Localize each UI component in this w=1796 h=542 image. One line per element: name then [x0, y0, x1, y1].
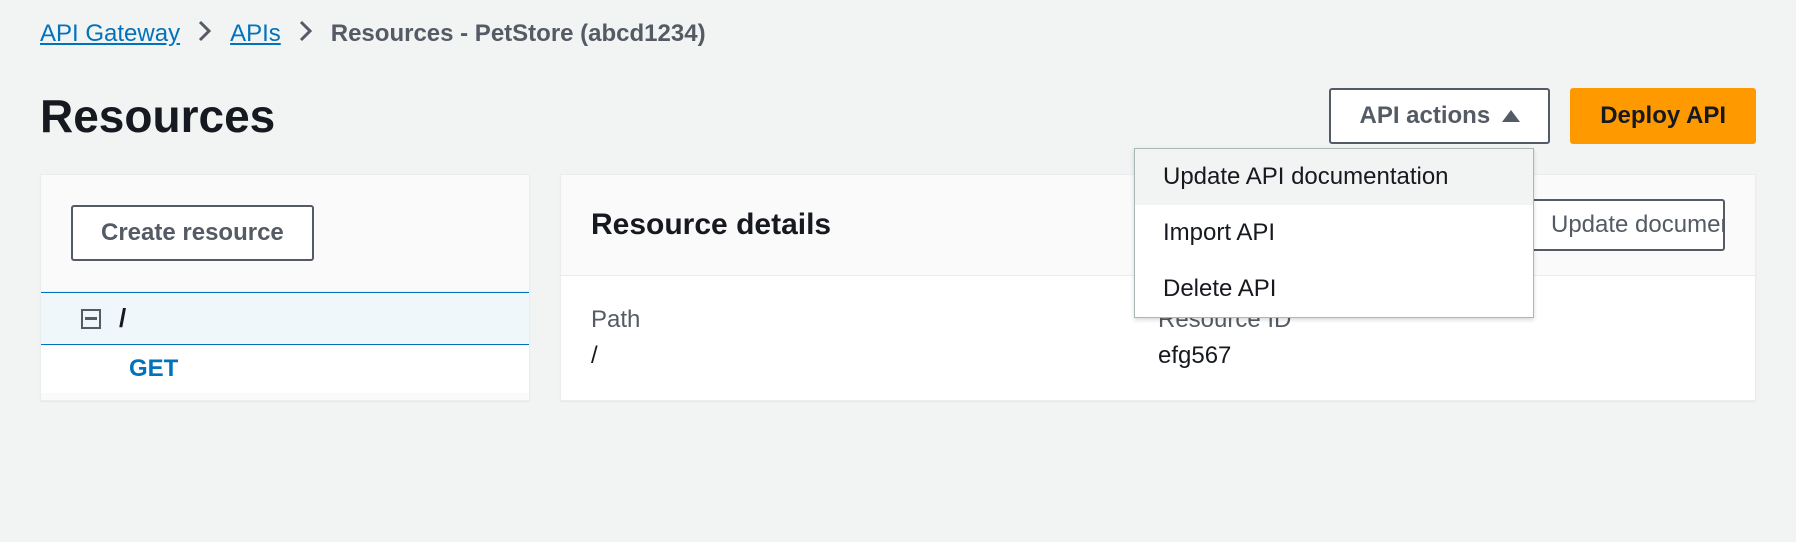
tree-root-path: / — [119, 303, 126, 334]
resource-id-value: efg567 — [1158, 342, 1725, 370]
path-value: / — [591, 342, 1158, 370]
chevron-right-icon — [198, 20, 212, 48]
header-actions: API actions Deploy API Update API docume… — [1329, 88, 1756, 144]
menu-update-api-documentation[interactable]: Update API documentation — [1135, 149, 1533, 205]
api-actions-button[interactable]: API actions — [1329, 88, 1550, 144]
page-title: Resources — [40, 89, 275, 143]
tree-root-resource[interactable]: / — [41, 292, 529, 345]
breadcrumb-api-gateway[interactable]: API Gateway — [40, 20, 180, 48]
menu-delete-api[interactable]: Delete API — [1135, 261, 1533, 317]
tree-method-get[interactable]: GET — [41, 345, 529, 393]
path-label: Path — [591, 306, 1158, 334]
deploy-api-button[interactable]: Deploy API — [1570, 88, 1756, 144]
breadcrumb-current: Resources - PetStore (abcd1234) — [331, 20, 706, 48]
breadcrumb: API Gateway APIs Resources - PetStore (a… — [0, 0, 1796, 48]
detail-path-col: Path / — [591, 306, 1158, 370]
api-actions-label: API actions — [1359, 102, 1490, 130]
resources-tree-panel: Create resource / GET — [40, 174, 530, 401]
update-documentation-button[interactable]: Update documentation — [1525, 199, 1725, 251]
caret-up-icon — [1502, 110, 1520, 122]
menu-import-api[interactable]: Import API — [1135, 205, 1533, 261]
api-actions-menu: Update API documentation Import API Dele… — [1134, 148, 1534, 318]
breadcrumb-apis[interactable]: APIs — [230, 20, 281, 48]
resource-tree: / GET — [41, 292, 529, 393]
page-header: Resources API actions Deploy API Update … — [0, 48, 1796, 174]
chevron-right-icon — [299, 20, 313, 48]
resource-details-title: Resource details — [591, 208, 831, 242]
create-resource-button[interactable]: Create resource — [71, 205, 314, 261]
collapse-icon[interactable] — [81, 309, 101, 329]
left-panel-header: Create resource — [41, 175, 529, 292]
